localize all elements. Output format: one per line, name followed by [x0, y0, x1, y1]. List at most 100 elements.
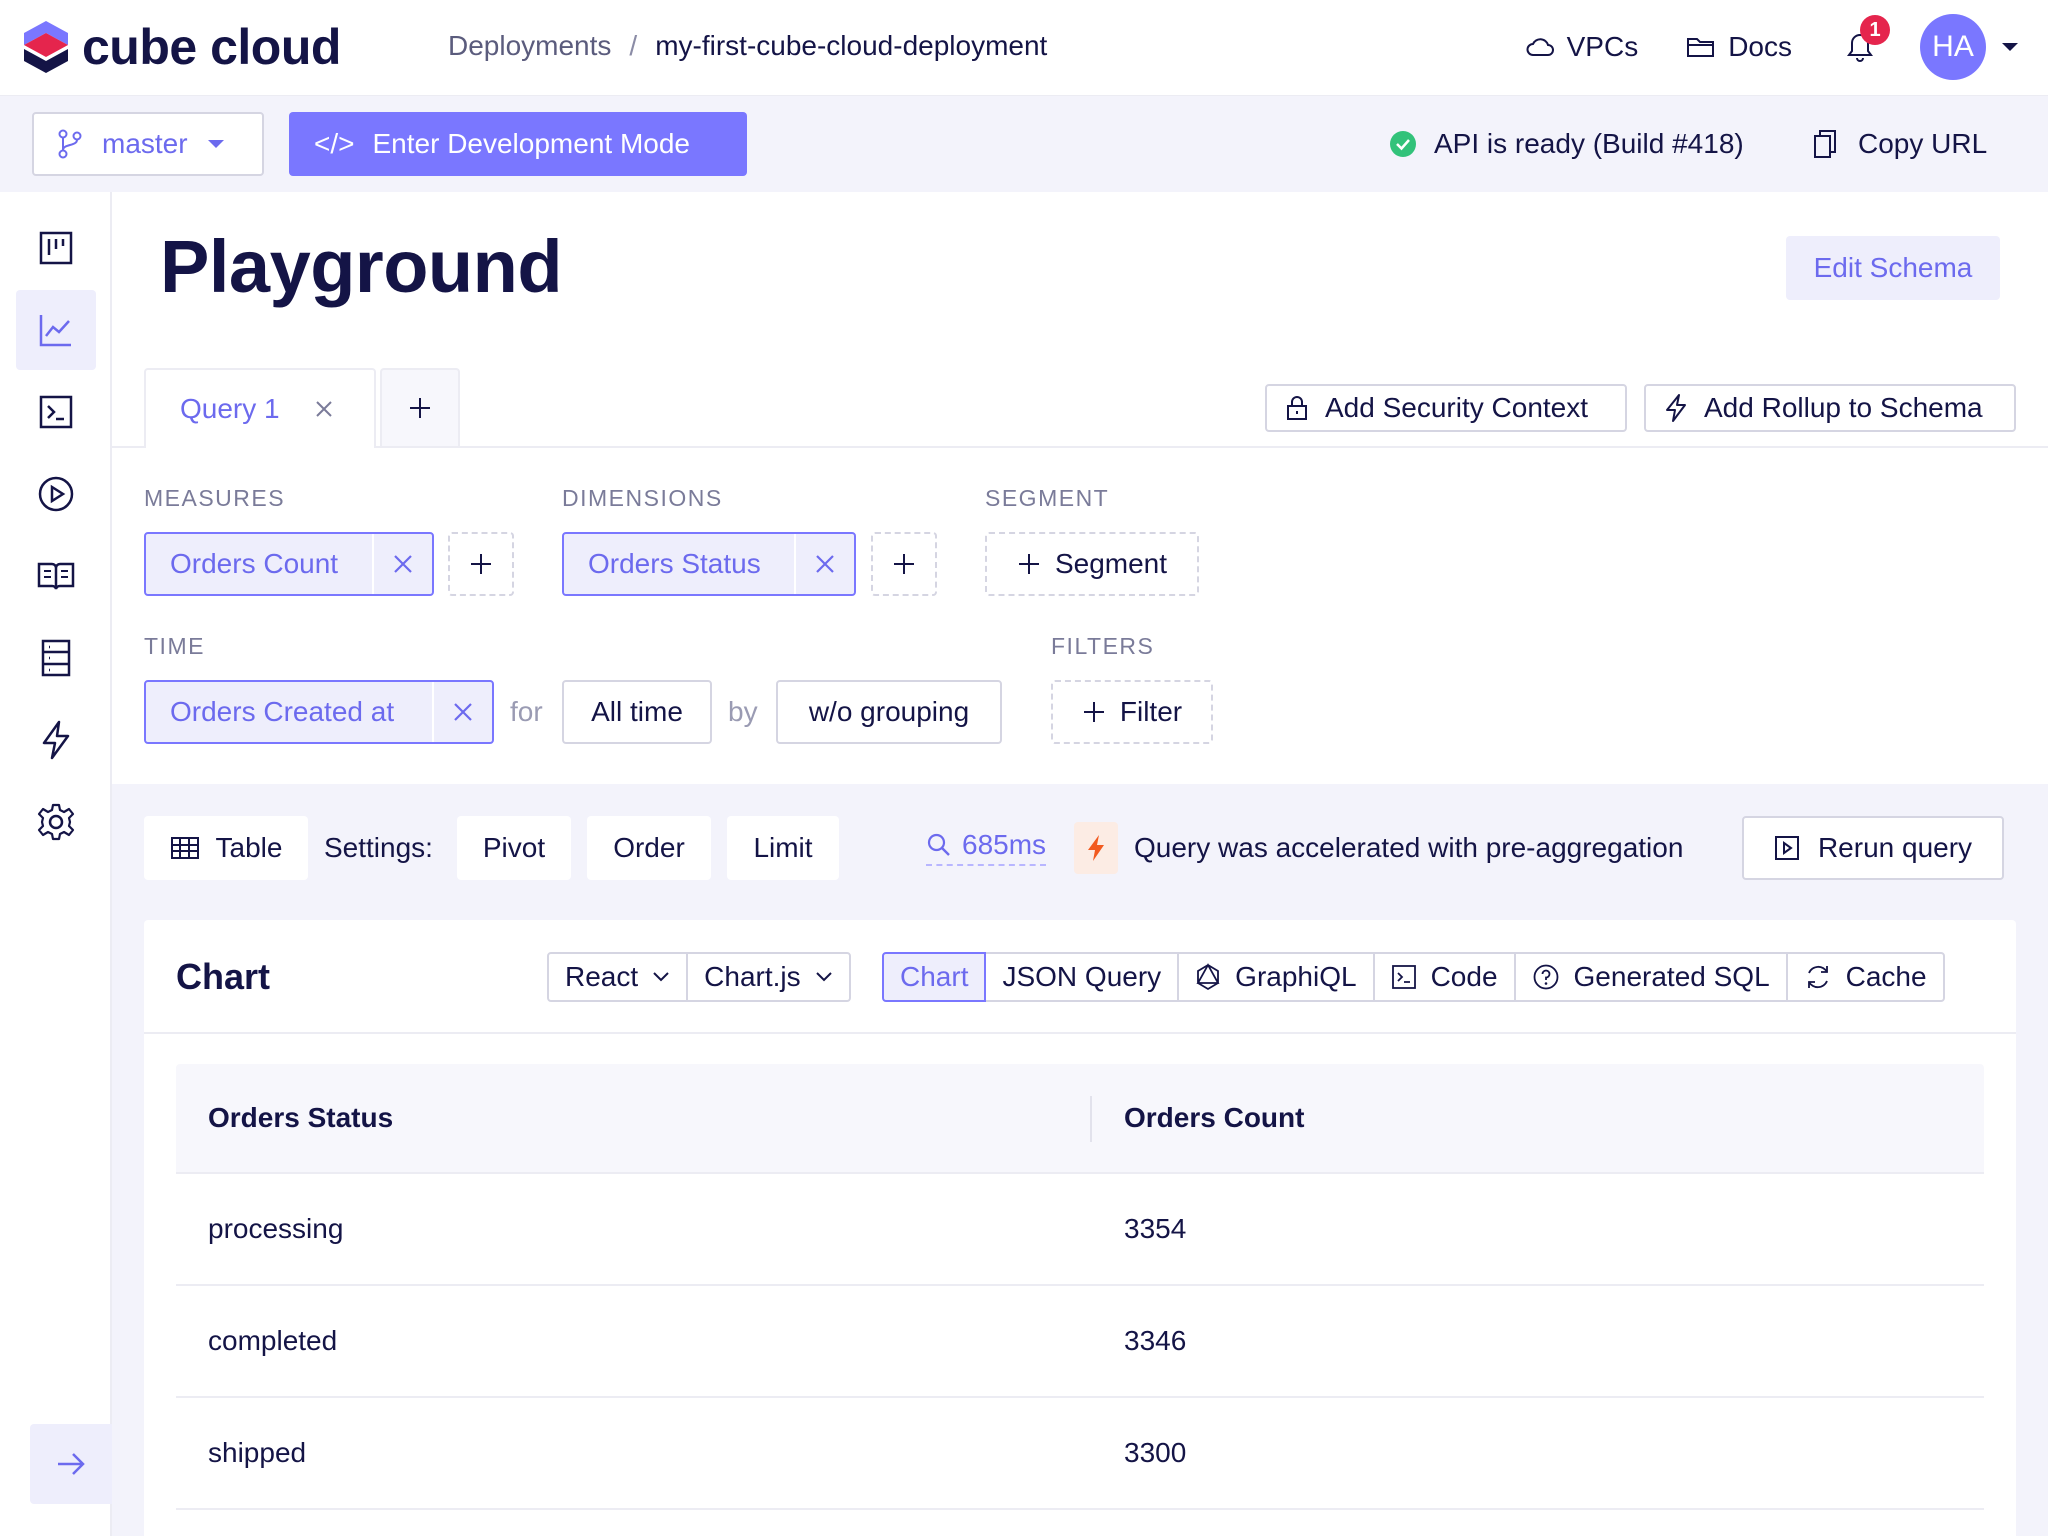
sidebar-item-sql-runner[interactable] [16, 372, 96, 452]
api-status: API is ready (Build #418) [1388, 120, 1744, 168]
card-divider [144, 1032, 2016, 1034]
breadcrumb-current: my-first-cube-cloud-deployment [655, 30, 1048, 61]
acceleration-message: Query was accelerated with pre-aggregati… [1134, 832, 1684, 863]
table-row: processing 3354 [176, 1174, 1984, 1286]
view-table-button[interactable]: Table [144, 816, 308, 880]
column-header-orders-status[interactable]: Orders Status [208, 1102, 393, 1134]
graphiql-label: GraphiQL [1235, 961, 1357, 992]
docs-link[interactable]: Docs [1686, 31, 1792, 63]
logo[interactable]: cube cloud [22, 18, 341, 76]
lock-icon [1287, 396, 1307, 420]
generated-sql-label: Generated SQL [1573, 961, 1770, 992]
enter-dev-mode-button[interactable]: </> Enter Development Mode [289, 112, 747, 176]
pivot-button[interactable]: Pivot [457, 816, 571, 880]
sidebar-expand-button[interactable] [30, 1424, 112, 1504]
table-cell-count: 3300 [1124, 1437, 1187, 1468]
add-rollup-label: Add Rollup to Schema [1704, 392, 1983, 423]
column-header-orders-count[interactable]: Orders Count [1124, 1102, 1304, 1134]
add-query-tab-button[interactable] [380, 368, 460, 446]
sidebar [0, 192, 112, 1536]
dimension-label: Orders Status [588, 548, 761, 579]
segment-label: SEGMENT [985, 485, 1110, 511]
remove-dimension-button[interactable] [794, 534, 854, 594]
notification-badge: 1 [1860, 15, 1890, 45]
tab-cache[interactable]: Cache [1785, 952, 1945, 1002]
query-timing-value: 685ms [962, 829, 1047, 860]
sidebar-item-playground[interactable] [16, 290, 96, 370]
chart-icon [39, 315, 71, 347]
vpcs-label: VPCs [1566, 31, 1639, 62]
add-filter-button[interactable]: Filter [1051, 680, 1213, 744]
remove-time-dimension-button[interactable] [432, 682, 492, 742]
settings-label: Settings: [324, 832, 433, 863]
framework-selectors: React Chart.js [547, 952, 851, 1002]
user-menu[interactable]: HA [1920, 14, 2020, 80]
table-icon [170, 837, 199, 859]
play-icon [38, 476, 74, 512]
rerun-query-button[interactable]: Rerun query [1742, 816, 2004, 880]
framework-select[interactable]: React [547, 952, 689, 1002]
sidebar-item-settings[interactable] [16, 782, 96, 862]
order-button[interactable]: Order [587, 816, 711, 880]
column-separator[interactable] [1090, 1096, 1092, 1142]
tab-chart[interactable]: Chart [882, 952, 987, 1002]
sidebar-item-overview[interactable] [16, 208, 96, 288]
chart-view-tabs: Chart JSON Query GraphiQL Code Generated… [882, 952, 1945, 1002]
copy-url-button[interactable]: Copy URL [1812, 120, 1987, 168]
breadcrumb-deployments[interactable]: Deployments [448, 30, 611, 62]
for-label: for [510, 696, 543, 727]
filters-label: FILTERS [1051, 633, 1155, 659]
measure-label: Orders Count [170, 548, 339, 579]
graphql-icon [1196, 963, 1220, 991]
measure-orders-count[interactable]: Orders Count [144, 532, 434, 596]
add-dimension-button[interactable] [871, 532, 937, 596]
deployment-bar: master </> Enter Development Mode API is… [0, 96, 2048, 192]
play-square-icon [1774, 836, 1799, 860]
tab-label: Query 1 [180, 393, 280, 424]
view-table-label: Table [215, 832, 283, 863]
tab-graphiql[interactable]: GraphiQL [1177, 952, 1375, 1002]
limit-button[interactable]: Limit [727, 816, 839, 880]
docs-label: Docs [1728, 31, 1792, 62]
vpcs-link[interactable]: VPCs [1525, 31, 1639, 63]
branch-selector[interactable]: master [32, 112, 264, 176]
sidebar-item-docs[interactable] [16, 536, 96, 616]
tab-query-1[interactable]: Query 1 [144, 368, 376, 448]
code-label: Code [1430, 961, 1498, 992]
filter-button-label: Filter [1119, 696, 1183, 727]
add-security-context-button[interactable]: Add Security Context [1265, 384, 1627, 432]
sidebar-item-pre-aggregations[interactable] [16, 700, 96, 780]
tab-json-query[interactable]: JSON Query [984, 952, 1180, 1002]
avatar: HA [1920, 14, 1986, 80]
chart-library-value: Chart.js [704, 961, 801, 992]
segment-button-label: Segment [1054, 548, 1168, 579]
query-timing[interactable]: 685ms [926, 826, 1047, 866]
time-dimension-orders-created-at[interactable]: Orders Created at [144, 680, 494, 744]
table-cell-status: processing [208, 1213, 344, 1244]
dimension-orders-status[interactable]: Orders Status [562, 532, 856, 596]
sidebar-item-builds[interactable] [16, 454, 96, 534]
tabs-divider [112, 446, 2048, 448]
add-rollup-button[interactable]: Add Rollup to Schema [1644, 384, 2016, 432]
branch-name: master [102, 128, 188, 159]
edit-schema-button[interactable]: Edit Schema [1786, 236, 2000, 300]
breadcrumb-separator: / [629, 30, 638, 61]
remove-measure-button[interactable] [372, 534, 432, 594]
sidebar-item-data-model[interactable] [16, 618, 96, 698]
table-header: Orders Status Orders Count [176, 1064, 1984, 1174]
close-icon [394, 555, 412, 573]
chart-library-select[interactable]: Chart.js [686, 952, 851, 1002]
tab-generated-sql[interactable]: Generated SQL [1513, 952, 1788, 1002]
date-range-selector[interactable]: All time [562, 680, 712, 744]
question-circle-icon [1533, 964, 1558, 990]
lightning-icon [1666, 394, 1686, 422]
add-measure-button[interactable] [448, 532, 514, 596]
table-cell-status: shipped [208, 1437, 307, 1468]
notifications-button[interactable]: 1 [1840, 15, 1890, 67]
granularity-selector[interactable]: w/o grouping [776, 680, 1002, 744]
close-icon[interactable] [314, 399, 334, 419]
add-segment-button[interactable]: Segment [985, 532, 1199, 596]
tab-code[interactable]: Code [1372, 952, 1516, 1002]
database-icon [41, 639, 71, 677]
gear-icon [37, 803, 75, 841]
